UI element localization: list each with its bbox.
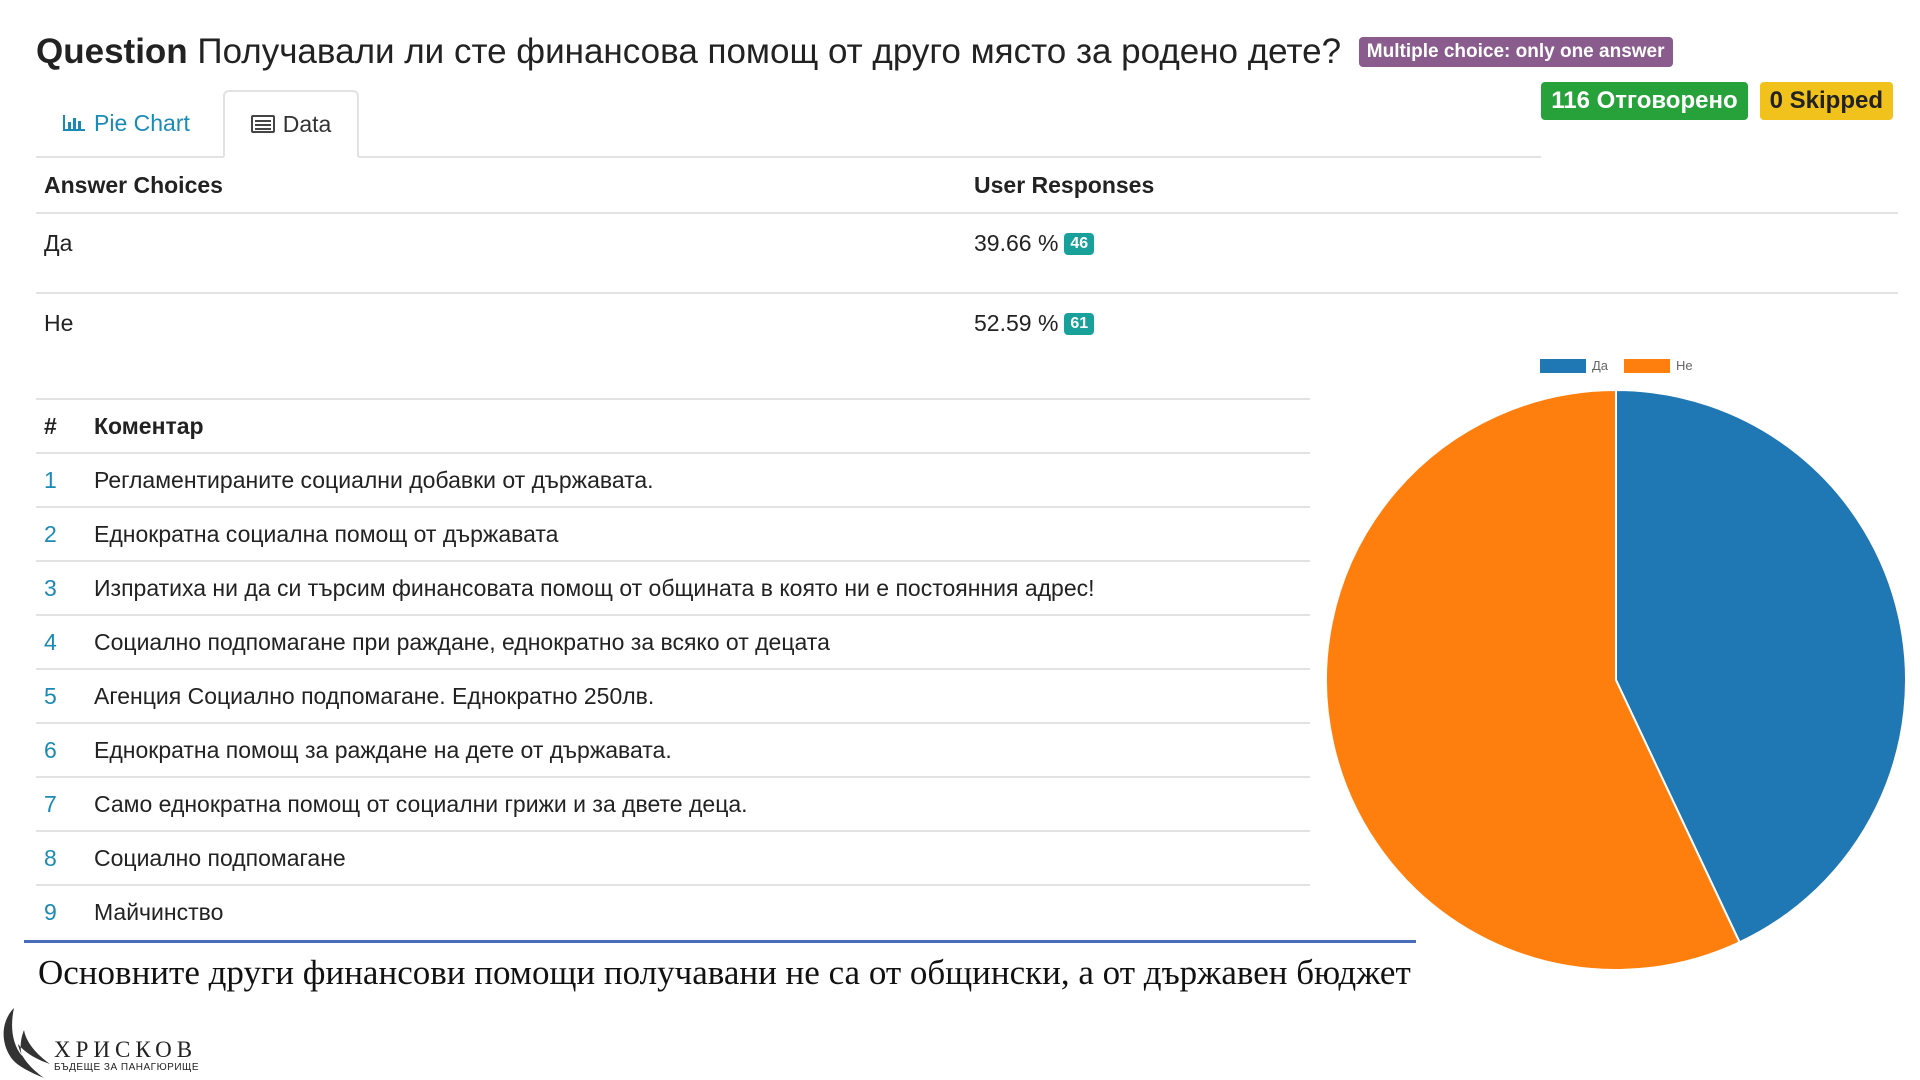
pie-chart bbox=[1325, 388, 1907, 971]
comment-text: Агенция Социално подпомагане. Еднократно… bbox=[94, 682, 655, 709]
comment-number: 8 bbox=[44, 844, 57, 871]
comment-text: Еднократна помощ за раждане на дете от д… bbox=[94, 736, 672, 763]
header-number: # bbox=[44, 412, 57, 439]
answer-choice: Да bbox=[44, 230, 73, 256]
table-row: Да 39.66 % 46 bbox=[36, 214, 1898, 294]
comment-number: 7 bbox=[44, 790, 57, 817]
legend-label: Не bbox=[1676, 358, 1693, 373]
table-row: 1 Регламентираните социални добавки от д… bbox=[36, 454, 1310, 508]
comment-number: 1 bbox=[44, 466, 57, 493]
question-type-badge: Multiple choice: only one answer bbox=[1358, 37, 1673, 67]
question-label: Question bbox=[36, 32, 188, 71]
list-icon bbox=[250, 114, 275, 134]
comment-number: 6 bbox=[44, 736, 57, 763]
table-row: 8 Социално подпомагане bbox=[36, 832, 1310, 886]
logo-subtitle: БЪДЕЩЕ ЗА ПАНАГЮРИЩЕ bbox=[54, 1062, 200, 1073]
answered-badge: 116 Отговорено bbox=[1541, 82, 1748, 120]
question-header: Question Получавали ли сте финансова пом… bbox=[36, 32, 1673, 72]
bar-chart-icon bbox=[62, 113, 86, 133]
legend-label: Да bbox=[1592, 358, 1609, 373]
table-row: 5 Агенция Социално подпомагане. Еднократ… bbox=[36, 670, 1310, 724]
comments-header-row: # Коментар bbox=[36, 400, 1310, 454]
comment-number: 5 bbox=[44, 682, 57, 709]
table-row: 4 Социално подпомагане при раждане, едно… bbox=[36, 616, 1310, 670]
table-row: 6 Еднократна помощ за раждане на дете от… bbox=[36, 724, 1310, 778]
header-user-responses: User Responses bbox=[974, 171, 1155, 198]
response-stats: 116 Отговорено 0 Skipped bbox=[1541, 82, 1893, 120]
table-row: 2 Еднократна социална помощ от държавата bbox=[36, 508, 1310, 562]
comment-text: Регламентираните социални добавки от дър… bbox=[94, 466, 654, 493]
response-cell: 39.66 % 46 bbox=[974, 230, 1898, 257]
comment-number: 2 bbox=[44, 520, 57, 547]
comment-text: Само еднократна помощ от социални грижи … bbox=[94, 790, 748, 817]
legend-item: Не bbox=[1624, 358, 1693, 373]
legend-swatch bbox=[1624, 358, 1671, 373]
comment-number: 4 bbox=[44, 628, 57, 655]
header-comment: Коментар bbox=[94, 412, 204, 439]
legend-item: Да bbox=[1540, 358, 1608, 373]
tab-pie-chart-label: Pie Chart bbox=[94, 109, 190, 136]
response-cell: 52.59 % 61 bbox=[974, 310, 1898, 337]
comment-text: Социално подпомагане bbox=[94, 844, 346, 871]
responses-table: Answer Choices User Responses Да 39.66 %… bbox=[36, 158, 1898, 374]
chart-legend: Да Не bbox=[1540, 358, 1703, 373]
table-row: 3 Изпратиха ни да си търсим финансовата … bbox=[36, 562, 1310, 616]
comment-number: 3 bbox=[44, 574, 57, 601]
responses-header-row: Answer Choices User Responses bbox=[36, 158, 1898, 214]
skipped-badge: 0 Skipped bbox=[1759, 82, 1893, 120]
comment-text: Социално подпомагане при раждане, еднокр… bbox=[94, 628, 830, 655]
response-percent: 39.66 % bbox=[974, 230, 1059, 256]
response-count-badge: 46 bbox=[1064, 232, 1095, 255]
tab-pie-chart[interactable]: Pie Chart bbox=[36, 90, 216, 156]
comment-number: 9 bbox=[44, 898, 57, 925]
legend-swatch bbox=[1540, 358, 1586, 373]
conclusion-text: Основните други финансови помощи получав… bbox=[38, 953, 1411, 992]
view-tabs: Pie Chart Data bbox=[36, 90, 1541, 158]
table-row: 9 Майчинство bbox=[36, 886, 1310, 938]
comment-text: Еднократна социална помощ от държавата bbox=[94, 520, 559, 547]
response-percent: 52.59 % bbox=[974, 310, 1059, 336]
question-text: Получавали ли сте финансова помощ от дру… bbox=[197, 32, 1342, 71]
tab-data-label: Data bbox=[282, 110, 332, 137]
answer-choice: Не bbox=[44, 310, 74, 336]
table-row: 7 Само еднократна помощ от социални гриж… bbox=[36, 778, 1310, 832]
header-answer-choices: Answer Choices bbox=[44, 171, 223, 198]
divider-line bbox=[24, 940, 1416, 943]
comments-table: # Коментар 1 Регламентираните социални д… bbox=[36, 398, 1310, 938]
comment-text: Майчинство bbox=[94, 898, 224, 925]
response-count-badge: 61 bbox=[1064, 312, 1095, 335]
tab-data[interactable]: Data bbox=[223, 90, 359, 158]
logo-name: ХРИСКОВ bbox=[54, 1037, 198, 1062]
comment-text: Изпратиха ни да си търсим финансовата по… bbox=[94, 574, 1095, 601]
